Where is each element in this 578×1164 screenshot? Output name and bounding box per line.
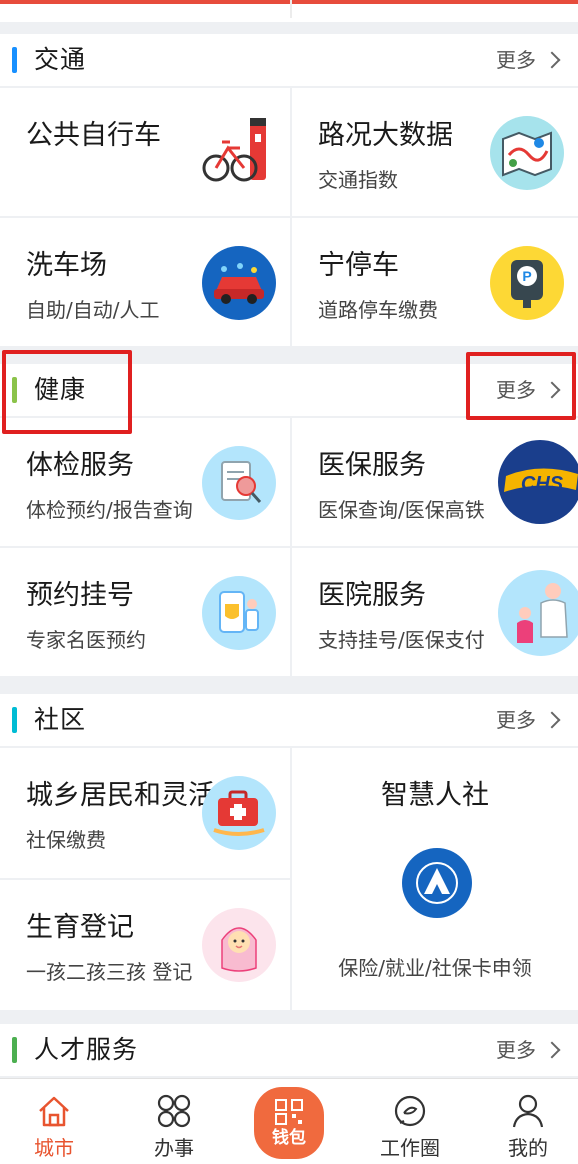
service-name: 洗车场 [26,250,107,281]
service-subtitle: 保险/就业/社保卡申领 [338,956,532,980]
service-subtitle: 一孩二孩三孩 登记 [26,960,193,984]
service-subtitle: 体检预约/报告查询 [26,498,193,522]
service-name: 医保服务 [318,450,426,481]
profile-icon [512,1094,544,1128]
more-label: 更多 [496,708,536,732]
bottom-tab-bar: 城市 办事 钱包 工作圈 我的 [0,1078,578,1164]
service-subtitle: 社保缴费 [26,828,106,852]
renshe-logo-icon [402,848,472,918]
chevron-right-icon [543,711,561,729]
services-grid-icon [157,1094,191,1128]
more-label: 更多 [496,48,536,72]
chat-circle-icon [394,1095,426,1127]
tab-wallet[interactable]: 钱包 [254,1087,324,1159]
service-name: 体检服务 [26,450,134,481]
highlight-box-health-more [466,352,576,420]
tab-profile[interactable]: 我的 [480,1079,576,1164]
section-header-talent: 人才服务 更多 [0,1024,578,1076]
tab-label: 我的 [508,1136,548,1160]
service-name: 公共自行车 [26,120,161,151]
tab-work-circle[interactable]: 工作圈 [362,1079,458,1164]
more-button-talent[interactable]: 更多 [496,1033,561,1067]
service-birth-registration[interactable]: 生育登记 一孩二孩三孩 登记 [0,880,290,1010]
tab-city[interactable]: 城市 [6,1079,102,1164]
svg-text:CHS: CHS [521,473,564,495]
service-traffic-bigdata[interactable]: 路况大数据 交通指数 [292,88,578,216]
chs-logo-icon: CHS [498,440,578,524]
section-title-community: 社区 [34,705,87,734]
service-subtitle: 交通指数 [318,168,398,192]
service-subtitle: 支持挂号/医保支付 [318,628,485,652]
section-header-community: 社区 更多 [0,694,578,746]
service-ning-parking[interactable]: 宁停车 道路停车缴费 P [292,218,578,346]
more-button-traffic[interactable]: 更多 [496,43,561,77]
service-car-wash[interactable]: 洗车场 自助/自动/人工 [0,218,290,346]
service-subtitle: 医保查询/医保高铁 [318,498,485,522]
highlight-box-health-title [2,350,132,434]
doctor-icon [498,570,578,656]
section-accent-bar [12,707,17,733]
service-physical-exam[interactable]: 体检服务 体检预约/报告查询 [0,418,290,546]
service-medical-insurance[interactable]: 医保服务 医保查询/医保高铁 CHS [292,418,578,546]
service-name: 生育登记 [26,912,134,943]
wallet-qr-icon [275,1099,303,1125]
tab-label: 钱包 [272,1128,306,1148]
previous-section-strip [0,0,578,22]
section-title-talent: 人才服务 [34,1035,139,1064]
section-accent-bar [12,1037,17,1063]
appointment-icon [202,576,276,650]
tab-label: 城市 [34,1136,74,1160]
service-name: 智慧人社 [381,780,489,811]
baby-icon [202,908,276,982]
bicycle-icon [200,112,280,192]
tab-label: 办事 [154,1136,194,1160]
section-accent-bar [12,47,17,73]
service-subtitle: 道路停车缴费 [318,298,438,322]
service-name: 宁停车 [318,250,399,281]
parking-meter-icon: P [490,246,564,320]
svg-text:P: P [522,268,531,284]
service-subtitle: 专家名医预约 [26,628,146,652]
column-divider [290,0,292,18]
service-resident-insurance[interactable]: 城乡居民和灵活 社保缴费 [0,748,290,878]
home-icon [39,1096,69,1127]
section-title-traffic: 交通 [34,45,87,74]
service-subtitle: 自助/自动/人工 [26,298,160,322]
top-highlight-line [0,0,578,4]
service-appointment[interactable]: 预约挂号 专家名医预约 [0,548,290,676]
service-name: 医院服务 [318,580,426,611]
tab-services[interactable]: 办事 [126,1079,222,1164]
chevron-right-icon [543,51,561,69]
service-name: 路况大数据 [318,120,453,151]
map-icon [490,116,564,190]
section-header-traffic: 交通 更多 [0,34,578,86]
checkup-report-icon [202,446,276,520]
service-name: 预约挂号 [26,580,134,611]
chevron-right-icon [543,1041,561,1059]
tab-label: 工作圈 [380,1136,440,1160]
more-label: 更多 [496,1038,536,1062]
service-smart-renshe[interactable]: 智慧人社 保险/就业/社保卡申领 [292,748,578,1010]
service-public-bicycle[interactable]: 公共自行车 [0,88,290,216]
service-name: 城乡居民和灵活 [26,780,215,811]
more-button-community[interactable]: 更多 [496,703,561,737]
car-wash-icon [202,246,276,320]
service-hospital[interactable]: 医院服务 支持挂号/医保支付 [292,548,578,676]
medical-kit-icon [202,776,276,850]
